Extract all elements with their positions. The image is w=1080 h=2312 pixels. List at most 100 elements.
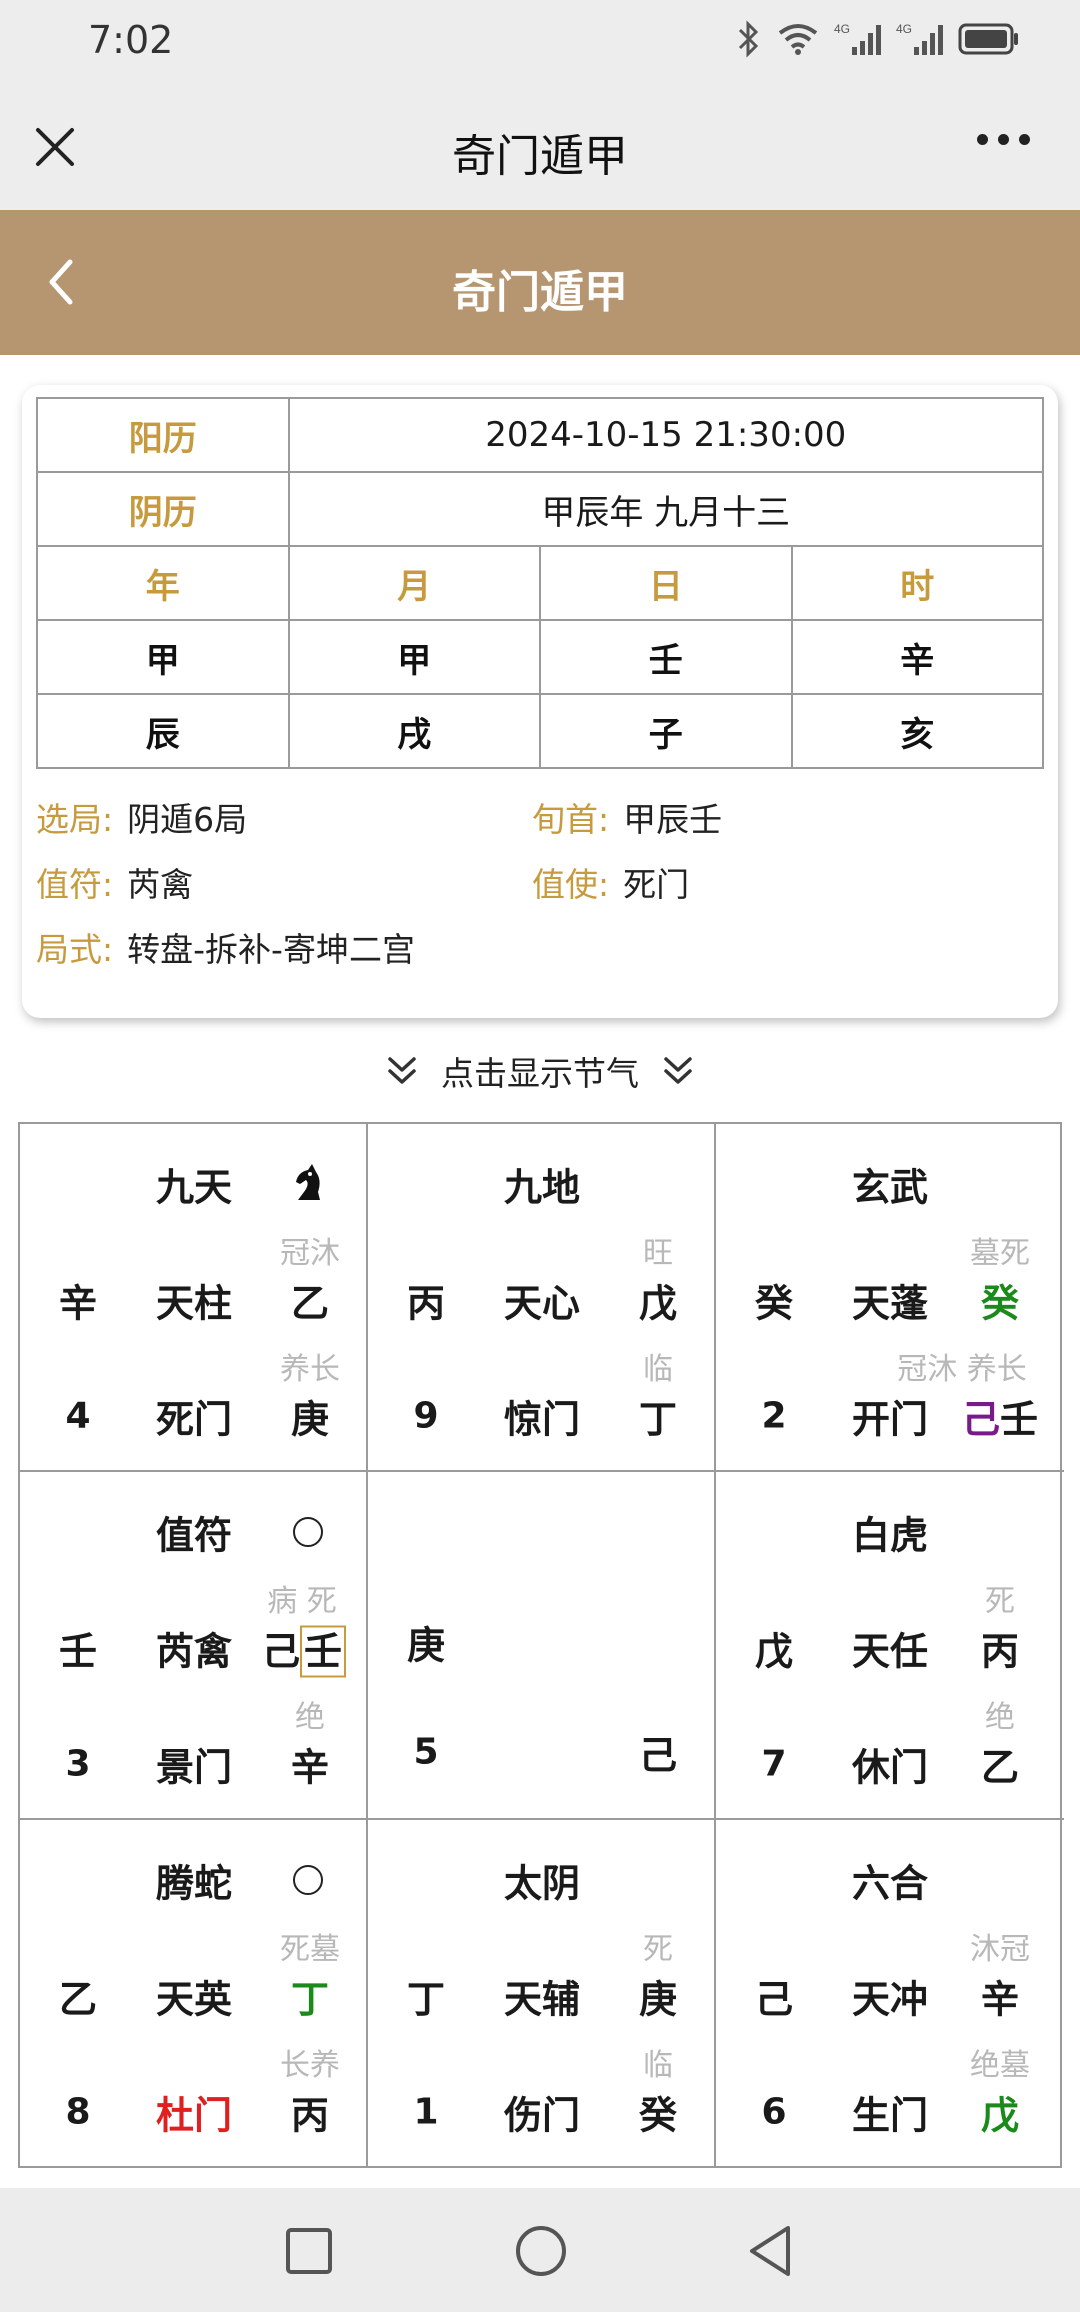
heaven-state: 墓死 <box>970 1236 1030 1271</box>
ju-label: 选局: <box>36 800 114 839</box>
xun-value: 甲辰壬 <box>623 800 723 839</box>
lunar-label: 阴历 <box>36 471 290 547</box>
heaven-state: 冠沐 <box>280 1236 340 1271</box>
palace-star: 天英 <box>155 1977 233 2022</box>
xun-label: 旬首: <box>532 800 610 839</box>
palace-xun[interactable]: 九天 冠沐 辛 天柱 乙 养长 4 死门 庚 <box>20 1124 368 1472</box>
double-chevron-down-icon <box>388 1057 416 1084</box>
day-branch: 子 <box>539 693 793 769</box>
palace-number: 6 <box>761 2091 787 2133</box>
palace-number: 2 <box>761 1395 787 1437</box>
year-branch: 辰 <box>36 693 290 769</box>
earth-stem-pair: 己壬 <box>962 1389 1038 1444</box>
date-table: 阳历 2024-10-15 21:30:00 阴历 甲辰年 九月十三 年 月 日… <box>36 397 1044 769</box>
earth-state: 长养 <box>280 2048 340 2083</box>
palace-gate: 伤门 <box>503 2093 581 2138</box>
zhifu-value: 芮禽 <box>127 865 194 904</box>
ju-row: 选局: 阴遁6局 <box>36 793 247 841</box>
toggle-label: 点击显示节气 <box>441 1054 639 1093</box>
home-circle-icon[interactable] <box>514 2220 568 2280</box>
palace-star: 天心 <box>503 1281 581 1326</box>
palace-star: 天蓬 <box>851 1281 929 1326</box>
palace-star: 天辅 <box>503 1977 581 2022</box>
zhishi-row: 值使: 死门 <box>532 858 689 906</box>
heaven-stem: 乙 <box>290 1281 330 1326</box>
palace-center[interactable]: 庚 5 己 <box>368 1472 716 1820</box>
palace-gate: 休门 <box>851 1745 929 1790</box>
heaven-state: 病 死 <box>267 1584 337 1619</box>
zhifu-row: 值符: 芮禽 <box>36 858 193 906</box>
year-stem: 甲 <box>36 619 290 695</box>
earth-state: 养长 <box>280 1352 340 1387</box>
page-title: 奇门遁甲 <box>452 267 628 318</box>
lunar-value: 甲辰年 九月十三 <box>287 471 1044 547</box>
more-icon[interactable] <box>977 134 1030 145</box>
palace-kan[interactable]: 太阴 死 丁 天辅 庚 临 1 伤门 癸 <box>368 1820 716 2168</box>
status-time: 7:02 <box>88 18 174 62</box>
double-chevron-down-icon-right <box>664 1057 692 1084</box>
heaven-state: 死墓 <box>280 1932 340 1967</box>
earth-stem: 丁 <box>638 1397 678 1442</box>
back-triangle-icon[interactable] <box>744 2220 794 2280</box>
heaven-state: 沐冠 <box>970 1932 1030 1967</box>
palace-gate: 开门 <box>851 1397 929 1442</box>
svg-text:4G: 4G <box>834 22 850 36</box>
palace-number: 7 <box>761 1743 787 1785</box>
kong-circle-icon <box>293 1517 323 1547</box>
palace-god: 六合 <box>851 1861 929 1906</box>
heaven-stem-pair: 己壬 <box>261 1621 347 1678</box>
signal-4g-icon-2: 4G <box>896 22 943 55</box>
earth-plate-stem: 壬 <box>58 1629 98 1674</box>
earth-stem: 丙 <box>290 2093 330 2138</box>
style-label: 局式: <box>36 930 114 969</box>
palace-li[interactable]: 九地 旺 丙 天心 戊 临 9 惊门 丁 <box>368 1124 716 1472</box>
earth-plate-stem: 戊 <box>754 1629 794 1674</box>
heaven-stem: 癸 <box>980 1281 1020 1326</box>
heaven-stem-a: 己 <box>261 1629 300 1674</box>
recents-square-icon[interactable] <box>284 2220 334 2280</box>
palace-god: 九天 <box>155 1165 233 1210</box>
earth-stem: 乙 <box>980 1745 1020 1790</box>
palace-star: 天任 <box>851 1629 929 1674</box>
palace-zhen[interactable]: 值符 病 死 壬 芮禽 己壬 绝 3 景门 辛 <box>20 1472 368 1820</box>
palace-god: 太阴 <box>503 1861 581 1906</box>
ju-value: 阴遁6局 <box>127 800 248 839</box>
battery-icon <box>958 23 1018 55</box>
style-row: 局式: 转盘-拆补-寄坤二宫 <box>36 923 415 971</box>
palace-dui[interactable]: 白虎 死 戊 天任 丙 绝 7 休门 乙 <box>716 1472 1064 1820</box>
kong-circle-icon <box>293 1865 323 1895</box>
palace-star: 芮禽 <box>155 1629 233 1674</box>
palace-gate: 杜门 <box>155 2093 233 2138</box>
bluetooth-icon <box>738 20 759 58</box>
earth-stem: 戊 <box>980 2093 1020 2138</box>
earth-plate-stem: 癸 <box>754 1281 794 1326</box>
palace-gate: 生门 <box>851 2093 929 2138</box>
wechat-title: 奇门遁甲 <box>452 131 628 182</box>
earth-state: 临 <box>643 1352 673 1387</box>
palace-gen[interactable]: 腾蛇 死墓 乙 天英 丁 长养 8 杜门 丙 <box>20 1820 368 2168</box>
earth-stem-a: 己 <box>961 1397 1000 1442</box>
day-stem: 壬 <box>539 619 793 695</box>
palace-kun[interactable]: 玄武 墓死 癸 天蓬 癸 冠沐 养长 2 开门 己壬 <box>716 1124 1064 1472</box>
heaven-stem: 丁 <box>290 1977 330 2022</box>
earth-state: 绝 <box>295 1700 325 1735</box>
palace-qian[interactable]: 六合 沐冠 己 天冲 辛 绝墓 6 生门 戊 <box>716 1820 1064 2168</box>
month-header: 月 <box>287 545 541 621</box>
heaven-stem: 辛 <box>980 1977 1020 2022</box>
year-header: 年 <box>36 545 290 621</box>
earth-state: 绝墓 <box>970 2048 1030 2083</box>
palace-god: 九地 <box>503 1165 581 1210</box>
hour-header: 时 <box>790 545 1044 621</box>
zhishi-value: 死门 <box>623 865 690 904</box>
earth-plate-stem: 辛 <box>58 1281 98 1326</box>
palace-number: 3 <box>65 1743 91 1785</box>
heaven-state: 死 <box>643 1932 673 1967</box>
palace-gate: 死门 <box>155 1397 233 1442</box>
solar-term-toggle[interactable]: 点击显示节气 <box>0 1046 1080 1096</box>
xun-row: 旬首: 甲辰壬 <box>532 793 722 841</box>
palace-number: 1 <box>413 2091 439 2133</box>
earth-stem: 己 <box>638 1733 678 1778</box>
earth-plate-stem: 丁 <box>406 1977 446 2022</box>
earth-plate-stem: 丙 <box>406 1281 446 1326</box>
zhifu-label: 值符: <box>36 865 114 904</box>
